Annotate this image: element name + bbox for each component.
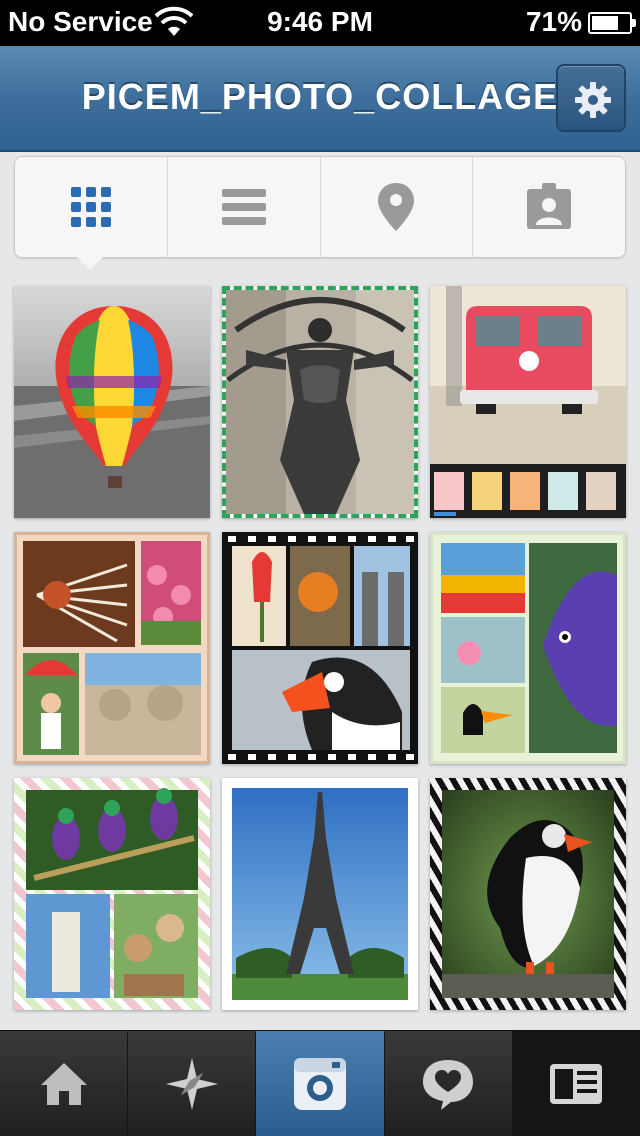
status-bar: No Service 9:46 PM 71% xyxy=(0,0,640,46)
tab-profile[interactable] xyxy=(512,1031,640,1136)
photo-tile-collage-lionfish[interactable] xyxy=(14,532,210,764)
gear-icon xyxy=(575,82,611,118)
battery-percent: 71% xyxy=(525,6,582,37)
lionfish-collage-image xyxy=(23,541,201,755)
film-strip-collage-image xyxy=(222,532,418,764)
photo-tile-atlas-statue[interactable] xyxy=(222,286,418,518)
tab-grid-view[interactable] xyxy=(15,157,168,257)
tab-list-view[interactable] xyxy=(168,157,321,257)
page-title: PICEM_PHOTO_COLLAGE xyxy=(81,76,559,117)
photo-tile-film-collage[interactable] xyxy=(222,532,418,764)
settings-button[interactable] xyxy=(556,64,626,132)
photo-tile-eiffel-tower[interactable] xyxy=(222,778,418,1010)
red-van-image xyxy=(430,286,626,518)
photo-tile-birds-collage[interactable] xyxy=(14,778,210,1010)
photo-tile-red-van[interactable] xyxy=(430,286,626,518)
tab-camera[interactable] xyxy=(256,1031,385,1136)
tab-explore[interactable] xyxy=(128,1031,257,1136)
grid-icon xyxy=(70,187,111,227)
tagged-person-icon xyxy=(527,183,572,229)
location-pin-icon xyxy=(378,183,415,231)
tab-activity[interactable] xyxy=(385,1031,513,1136)
battery-icon xyxy=(588,12,636,34)
view-mode-tabs xyxy=(14,156,626,258)
camera-icon xyxy=(294,1057,346,1110)
list-icon xyxy=(221,189,266,225)
eiffel-tower-image xyxy=(232,788,408,1000)
photo-tile-tulip-fish-collage[interactable] xyxy=(430,532,626,764)
navigation-bar: PICEM_PHOTO_COLLAGE xyxy=(0,46,640,152)
bottom-tab-bar xyxy=(0,1030,640,1136)
tab-map-view[interactable] xyxy=(321,157,474,257)
home-icon xyxy=(40,1062,87,1105)
profile-card-icon xyxy=(550,1063,603,1104)
atlas-statue-image xyxy=(226,290,414,514)
explore-star-icon xyxy=(165,1057,218,1110)
puffin-image xyxy=(442,790,614,998)
birds-tower-kittens-collage-image xyxy=(26,788,198,998)
activity-heart-icon xyxy=(423,1059,474,1110)
selected-tab-pointer xyxy=(76,256,104,270)
hot-air-balloon-image xyxy=(14,286,210,518)
photo-tile-hot-air-balloon[interactable] xyxy=(14,286,210,518)
photo-tile-puffin[interactable] xyxy=(430,778,626,1010)
tab-tagged-photos[interactable] xyxy=(473,157,625,257)
tab-home[interactable] xyxy=(0,1031,129,1136)
tulips-fish-toucan-collage-image xyxy=(441,543,617,753)
